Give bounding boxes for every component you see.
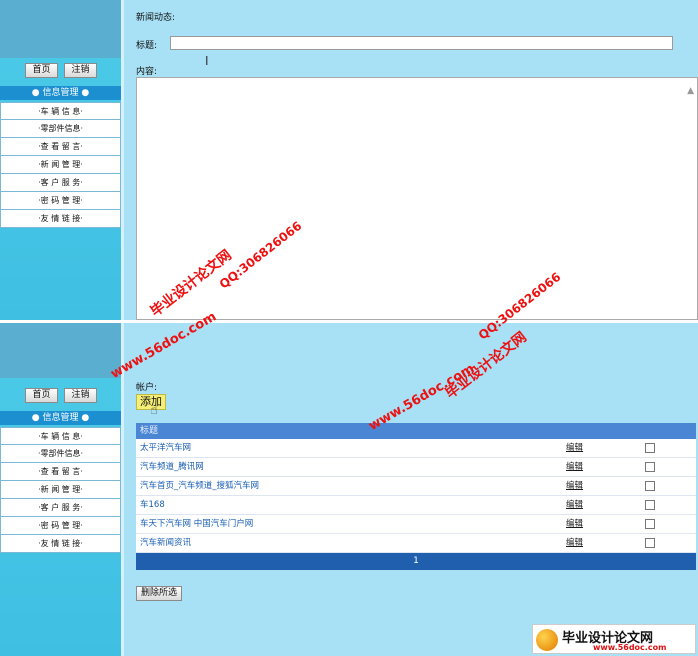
row-title-link[interactable]: 汽车首页_汽车频道_搜狐汽车网 (140, 477, 259, 496)
sidebar-item-parts-info[interactable]: ·零部件信息· (0, 445, 121, 463)
text-cursor-icon: Ⅰ (205, 54, 209, 68)
hand-cursor-icon: ☝ (150, 403, 158, 418)
title-input[interactable] (170, 36, 673, 50)
row-title-link[interactable]: 太平洋汽车网 (140, 439, 191, 458)
scroll-up-icon[interactable]: ▲ (687, 86, 694, 96)
sidebar-item-messages[interactable]: ·查 看 留 言· (0, 463, 121, 481)
logout-button[interactable]: 注销 (64, 63, 97, 78)
row-checkbox[interactable] (645, 538, 655, 548)
delete-selected-button[interactable]: 删除所选 (136, 586, 183, 601)
row-title-link[interactable]: 车天下汽车网 中国汽车门户网 (140, 515, 253, 534)
sidebar-item-links[interactable]: ·友 情 链 接· (0, 535, 121, 553)
sidebar-item-parts-info[interactable]: ·零部件信息· (0, 120, 121, 138)
row-checkbox[interactable] (645, 519, 655, 529)
pagination[interactable]: 1 (136, 553, 696, 570)
logout-button[interactable]: 注销 (64, 388, 97, 403)
home-button[interactable]: 首页 (25, 63, 58, 78)
table-header: 标题 (136, 423, 696, 439)
account-label: 帐户: (136, 383, 158, 393)
sidebar-item-customer-service[interactable]: ·客 户 服 务· (0, 174, 121, 192)
sidebar-menu: ·车 辆 信 息· ·零部件信息· ·查 看 留 言· ·新 闻 管 理· ·客… (0, 102, 121, 228)
home-button[interactable]: 首页 (25, 388, 58, 403)
table-row: 汽车频道_腾讯网 编辑 (136, 458, 696, 477)
nav-buttons: 首页 注销 (25, 63, 97, 78)
nav-buttons: 首页 注销 (25, 388, 97, 403)
menu-header: ● 信息管理 ● (0, 86, 121, 100)
site-logo: 毕业设计论文网 www.56doc.com (532, 624, 696, 654)
edit-link[interactable]: 编辑 (566, 458, 583, 477)
sidebar-banner (0, 0, 121, 58)
sidebar-item-news[interactable]: ·新 闻 管 理· (0, 156, 121, 174)
table-row: 汽车新闻资讯 编辑 (136, 534, 696, 553)
sidebar: 首页 注销 ● 信息管理 ● ·车 辆 信 息· ·零部件信息· ·查 看 留 … (0, 323, 121, 656)
table-row: 太平洋汽车网 编辑 (136, 439, 696, 458)
sidebar-item-password[interactable]: ·密 码 管 理· (0, 517, 121, 535)
table-row: 车天下汽车网 中国汽车门户网 编辑 (136, 515, 696, 534)
sidebar-menu: ·车 辆 信 息· ·零部件信息· ·查 看 留 言· ·新 闻 管 理· ·客… (0, 427, 121, 553)
row-title-link[interactable]: 车168 (140, 496, 165, 515)
news-table: 标题 太平洋汽车网 编辑 汽车频道_腾讯网 编辑 汽车首页_汽车频道_搜狐汽车网… (136, 423, 696, 570)
edit-link[interactable]: 编辑 (566, 477, 583, 496)
row-checkbox[interactable] (645, 481, 655, 491)
edit-link[interactable]: 编辑 (566, 515, 583, 534)
edit-link[interactable]: 编辑 (566, 439, 583, 458)
title-label: 标题: (136, 41, 158, 51)
row-checkbox[interactable] (645, 500, 655, 510)
row-title-link[interactable]: 汽车频道_腾讯网 (140, 458, 204, 477)
sidebar: 首页 注销 ● 信息管理 ● ·车 辆 信 息· ·零部件信息· ·查 看 留 … (0, 0, 121, 320)
sidebar-item-messages[interactable]: ·查 看 留 言· (0, 138, 121, 156)
sidebar-item-password[interactable]: ·密 码 管 理· (0, 192, 121, 210)
sidebar-item-vehicle-info[interactable]: ·车 辆 信 息· (0, 102, 121, 120)
menu-header: ● 信息管理 ● (0, 411, 121, 425)
table-row: 车168 编辑 (136, 496, 696, 515)
edit-link[interactable]: 编辑 (566, 496, 583, 515)
sidebar-item-customer-service[interactable]: ·客 户 服 务· (0, 499, 121, 517)
table-row: 汽车首页_汽车频道_搜狐汽车网 编辑 (136, 477, 696, 496)
row-checkbox[interactable] (645, 462, 655, 472)
logo-mark-icon (536, 629, 558, 651)
sidebar-item-vehicle-info[interactable]: ·车 辆 信 息· (0, 427, 121, 445)
edit-link[interactable]: 编辑 (566, 534, 583, 553)
row-checkbox[interactable] (645, 443, 655, 453)
row-title-link[interactable]: 汽车新闻资讯 (140, 534, 191, 553)
content-label: 内容: (136, 67, 158, 77)
sidebar-item-links[interactable]: ·友 情 链 接· (0, 210, 121, 228)
section-label: 新闻动态: (136, 13, 176, 23)
sidebar-banner (0, 323, 121, 378)
sidebar-item-news[interactable]: ·新 闻 管 理· (0, 481, 121, 499)
logo-url: www.56doc.com (593, 643, 667, 652)
